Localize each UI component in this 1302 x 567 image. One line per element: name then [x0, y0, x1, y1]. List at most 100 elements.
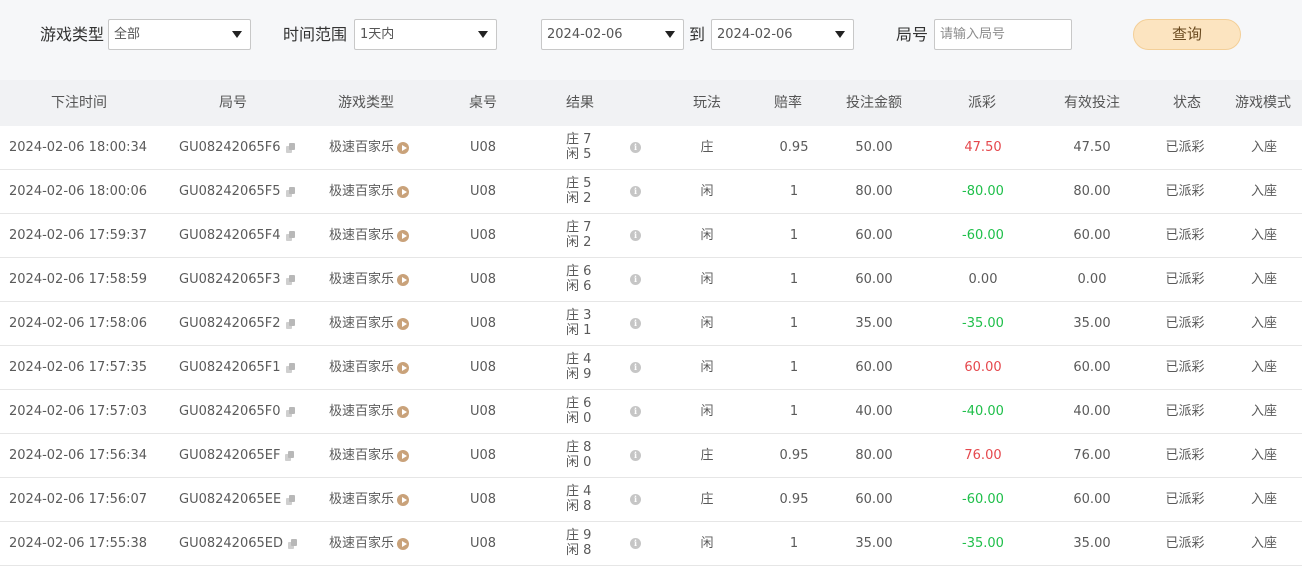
- query-button[interactable]: 查询: [1133, 19, 1241, 50]
- play-circle-icon[interactable]: [397, 273, 410, 286]
- header-bet-time: 下注时间: [51, 95, 107, 111]
- copy-icon[interactable]: [285, 362, 295, 373]
- valid-bet: 35.00: [1073, 316, 1111, 331]
- date-to-value: 2024-02-06: [717, 27, 793, 42]
- round-no: GU08242065F6: [179, 140, 281, 155]
- bet-amount: 35.00: [855, 316, 893, 331]
- time-range-select[interactable]: 1天内: [354, 19, 497, 50]
- round-no: GU08242065F3: [179, 272, 281, 287]
- copy-icon[interactable]: [285, 230, 295, 241]
- status-text: 已派彩: [1165, 272, 1205, 287]
- game-type-cell: 极速百家乐: [329, 302, 410, 345]
- play-circle-icon[interactable]: [397, 317, 410, 330]
- round-no-cell: GU08242065ED: [179, 522, 297, 565]
- play-type: 闲: [700, 404, 714, 419]
- play-circle-icon[interactable]: [397, 493, 410, 506]
- copy-icon[interactable]: [287, 538, 297, 549]
- date-from-picker[interactable]: 2024-02-06: [541, 19, 684, 50]
- game-type: 极速百家乐: [329, 492, 395, 507]
- bet-time: 2024-02-06 18:00:34: [9, 140, 148, 155]
- header-valid-bet: 有效投注: [1064, 95, 1120, 111]
- info-icon[interactable]: i: [630, 142, 641, 153]
- round-no: GU08242065F5: [179, 184, 281, 199]
- result: 庄 9闲 8: [566, 529, 591, 559]
- payout: 60.00: [964, 360, 1002, 375]
- result-player: 闲 1: [566, 323, 592, 338]
- game-type: 极速百家乐: [329, 448, 395, 463]
- copy-icon[interactable]: [285, 274, 295, 285]
- round-no-placeholder: 请输入局号: [940, 27, 1006, 42]
- odds: 1: [789, 404, 799, 419]
- info-icon[interactable]: i: [630, 538, 641, 549]
- header-odds: 赔率: [774, 95, 802, 111]
- round-no: GU08242065EE: [179, 492, 282, 507]
- table-row: 2024-02-06 17:55:38 GU08242065ED 极速百家乐 U08 庄…: [0, 522, 1302, 566]
- round-no-cell: GU08242065F4: [179, 214, 295, 257]
- bet-amount: 50.00: [855, 140, 893, 155]
- play-circle-icon[interactable]: [397, 229, 410, 242]
- info-icon[interactable]: i: [630, 406, 641, 417]
- game-mode: 入座: [1250, 140, 1278, 155]
- odds: 0.95: [779, 448, 809, 463]
- date-to-picker[interactable]: 2024-02-06: [711, 19, 854, 50]
- result-player: 闲 8: [566, 499, 592, 514]
- game-type-cell: 极速百家乐: [329, 390, 410, 433]
- play-circle-icon[interactable]: [397, 405, 410, 418]
- info-icon[interactable]: i: [630, 230, 641, 241]
- odds: 1: [789, 228, 799, 243]
- play-circle-icon[interactable]: [397, 141, 410, 154]
- table-no: U08: [469, 448, 497, 463]
- header-status: 状态: [1173, 95, 1201, 111]
- valid-bet: 40.00: [1073, 404, 1111, 419]
- info-icon[interactable]: i: [630, 318, 641, 329]
- game-type-cell: 极速百家乐: [329, 346, 410, 389]
- result-banker: 庄 5: [566, 176, 592, 191]
- play-circle-icon[interactable]: [397, 449, 410, 462]
- copy-icon[interactable]: [285, 450, 295, 461]
- play-circle-icon[interactable]: [397, 361, 410, 374]
- play-circle-icon[interactable]: [397, 537, 410, 550]
- game-type-cell: 极速百家乐: [329, 478, 410, 521]
- status-text: 已派彩: [1165, 448, 1205, 463]
- game-type: 极速百家乐: [329, 272, 395, 287]
- bet-time: 2024-02-06 18:00:06: [9, 184, 148, 199]
- result-banker: 庄 8: [566, 440, 592, 455]
- copy-icon[interactable]: [285, 186, 295, 197]
- result-player: 闲 2: [566, 191, 592, 206]
- game-mode: 入座: [1250, 228, 1278, 243]
- game-mode: 入座: [1250, 492, 1278, 507]
- table-no: U08: [469, 404, 497, 419]
- header-game-mode: 游戏模式: [1235, 95, 1291, 111]
- game-mode: 入座: [1250, 448, 1278, 463]
- bet-amount: 60.00: [855, 360, 893, 375]
- copy-icon[interactable]: [285, 318, 295, 329]
- info-icon[interactable]: i: [630, 494, 641, 505]
- round-no-input[interactable]: 请输入局号: [934, 19, 1072, 50]
- round-no: GU08242065F0: [179, 404, 281, 419]
- copy-icon[interactable]: [286, 494, 296, 505]
- game-type: 极速百家乐: [329, 184, 395, 199]
- copy-icon[interactable]: [285, 142, 295, 153]
- result: 庄 7闲 5: [566, 133, 591, 163]
- result-player: 闲 0: [566, 411, 592, 426]
- date-from-value: 2024-02-06: [547, 27, 623, 42]
- info-icon[interactable]: i: [630, 186, 641, 197]
- result-player: 闲 2: [566, 235, 592, 250]
- result-player: 闲 8: [566, 543, 592, 558]
- copy-icon[interactable]: [285, 406, 295, 417]
- game-mode: 入座: [1250, 536, 1278, 551]
- status-text: 已派彩: [1165, 492, 1205, 507]
- game-type-select[interactable]: 全部: [108, 19, 251, 50]
- bet-amount: 60.00: [855, 228, 893, 243]
- info-icon[interactable]: i: [630, 450, 641, 461]
- info-icon[interactable]: i: [630, 362, 641, 373]
- odds: 1: [789, 184, 799, 199]
- play-type: 庄: [700, 448, 714, 463]
- round-no-cell: GU08242065EF: [179, 434, 295, 477]
- bet-amount: 40.00: [855, 404, 893, 419]
- info-icon[interactable]: i: [630, 274, 641, 285]
- payout: -40.00: [962, 404, 1004, 419]
- play-circle-icon[interactable]: [397, 185, 410, 198]
- game-type: 极速百家乐: [329, 404, 395, 419]
- result-player: 闲 5: [566, 147, 592, 162]
